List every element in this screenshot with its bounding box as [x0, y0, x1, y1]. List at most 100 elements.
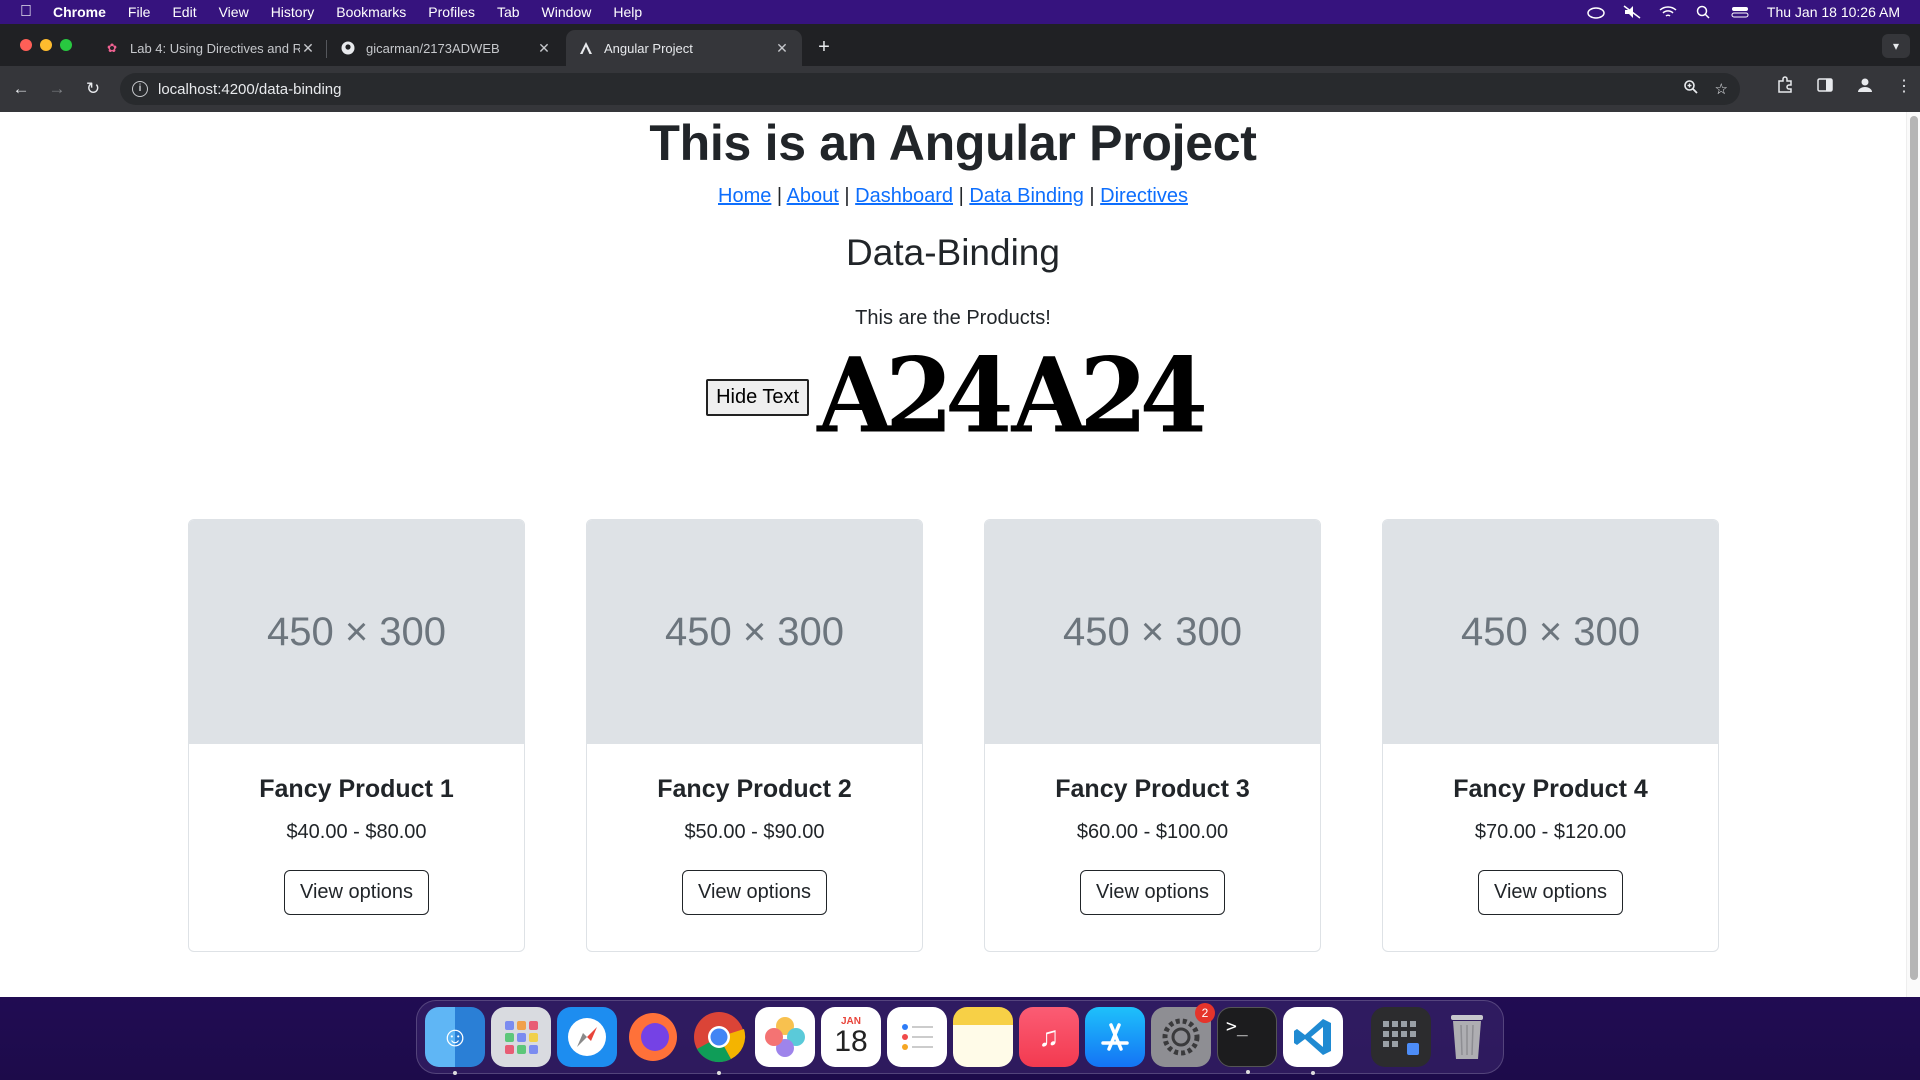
downloads-stack-icon[interactable]: [1371, 1007, 1431, 1067]
angular-icon: [578, 40, 594, 56]
firefox-icon[interactable]: [623, 1007, 683, 1067]
vscode-icon[interactable]: [1283, 1007, 1343, 1075]
lab-favicon-icon: ✿: [106, 41, 118, 55]
music-icon[interactable]: ♫: [1019, 1007, 1079, 1067]
menu-window[interactable]: Window: [531, 4, 603, 20]
product-name: Fancy Product 2: [657, 775, 852, 803]
close-tab-icon[interactable]: ✕: [536, 40, 552, 57]
creative-cloud-icon[interactable]: [1587, 5, 1605, 19]
extensions-icon[interactable]: [1776, 76, 1794, 99]
site-info-icon[interactable]: i: [132, 81, 148, 97]
nav-separator: |: [838, 185, 856, 207]
zoom-icon[interactable]: [1683, 79, 1699, 99]
menu-clock[interactable]: Thu Jan 18 10:26 AM: [1767, 4, 1900, 20]
close-tab-icon[interactable]: ✕: [774, 40, 790, 57]
product-image-placeholder: 450 × 300: [587, 520, 922, 744]
nav-home-link[interactable]: Home: [718, 185, 771, 207]
nav-dashboard-link[interactable]: Dashboard: [855, 185, 953, 207]
product-price: $60.00 - $100.00: [1076, 821, 1229, 843]
page-title: This is an Angular Project: [649, 115, 1257, 171]
menu-bookmarks[interactable]: Bookmarks: [325, 4, 417, 20]
product-image-placeholder: 450 × 300: [985, 520, 1320, 744]
side-panel-icon[interactable]: [1816, 76, 1834, 99]
mute-icon[interactable]: [1623, 5, 1641, 19]
product-card: 450 × 300 Fancy Product 2 $50.00 - $90.0…: [586, 519, 923, 952]
nav-about-link[interactable]: About: [787, 185, 839, 207]
menu-profiles[interactable]: Profiles: [417, 4, 486, 20]
product-name: Fancy Product 4: [1453, 775, 1648, 803]
menu-app-name[interactable]: Chrome: [42, 4, 117, 20]
product-card: 450 × 300 Fancy Product 1 $40.00 - $80.0…: [188, 519, 525, 952]
product-card: 450 × 300 Fancy Product 4 $70.00 - $120.…: [1382, 519, 1719, 952]
system-settings-icon[interactable]: 2: [1151, 1003, 1215, 1067]
a24-logo: A24: [1011, 336, 1208, 457]
nav-directives-link[interactable]: Directives: [1100, 185, 1188, 207]
back-arrow-icon[interactable]: ←: [8, 76, 34, 102]
photos-icon[interactable]: [755, 1007, 815, 1067]
menu-tab[interactable]: Tab: [486, 4, 531, 20]
tab-divider: [326, 40, 327, 58]
products-tagline: This are the Products!: [855, 307, 1051, 329]
tab-search-chevron-icon[interactable]: ▾: [1882, 34, 1910, 58]
control-center-icon[interactable]: [1731, 5, 1749, 19]
menu-help[interactable]: Help: [602, 4, 653, 20]
tab-angular-project[interactable]: Angular Project ✕: [566, 30, 802, 66]
minimize-window-button[interactable]: [40, 39, 52, 51]
dock: ☺ JAN 18 ♫ 2 >_: [416, 1000, 1504, 1075]
product-price: $50.00 - $90.00: [684, 821, 825, 843]
page-content: This is an Angular Project Home | About …: [0, 112, 1906, 457]
notes-icon[interactable]: [953, 1007, 1013, 1067]
app-store-icon[interactable]: [1085, 1007, 1145, 1067]
view-options-button[interactable]: View options: [1477, 870, 1624, 915]
trash-icon[interactable]: [1437, 1007, 1497, 1067]
apple-icon[interactable]: : [10, 3, 42, 21]
close-window-button[interactable]: [20, 39, 32, 51]
hide-text-button[interactable]: Hide Text: [706, 378, 810, 416]
chrome-menu-icon[interactable]: ⋮: [1896, 76, 1912, 99]
github-icon: [340, 40, 356, 56]
main-nav: Home | About | Dashboard | Data Binding …: [0, 185, 1906, 208]
a24-logo: A24: [817, 336, 1013, 457]
profile-avatar-icon[interactable]: [1856, 76, 1874, 99]
tab-title: Angular Project: [604, 40, 693, 56]
page-scrollbar[interactable]: [1906, 112, 1920, 997]
tab-lab4[interactable]: ✿ Lab 4: Using Directives and R ✕: [92, 30, 328, 66]
tab-title: Lab 4: Using Directives and R: [130, 40, 300, 56]
address-url[interactable]: localhost:4200/data-binding: [158, 81, 341, 98]
page-viewport: This is an Angular Project Home | About …: [0, 112, 1920, 997]
toggle-row: Hide Text A24 A24: [0, 336, 1906, 457]
tab-github[interactable]: gicarman/2173ADWEB ✕: [328, 30, 564, 66]
calendar-day: 18: [834, 1024, 868, 1058]
menu-file[interactable]: File: [117, 4, 162, 20]
view-options-button[interactable]: View options: [681, 870, 828, 915]
reload-icon[interactable]: ↻: [80, 76, 106, 102]
window-controls: [20, 39, 72, 51]
address-bar[interactable]: i localhost:4200/data-binding ☆: [120, 73, 1740, 105]
zoom-window-button[interactable]: [60, 39, 72, 51]
product-price: $40.00 - $80.00: [286, 821, 427, 843]
calendar-icon[interactable]: JAN 18: [821, 1007, 881, 1067]
view-options-button[interactable]: View options: [283, 870, 430, 915]
launchpad-icon[interactable]: [491, 1007, 551, 1067]
reminders-icon[interactable]: [887, 1007, 947, 1067]
close-tab-icon[interactable]: ✕: [300, 40, 316, 57]
forward-arrow-icon[interactable]: →: [44, 76, 70, 102]
scrollbar-thumb[interactable]: [1910, 116, 1918, 980]
menu-edit[interactable]: Edit: [161, 4, 207, 20]
nav-separator: |: [953, 185, 970, 207]
product-image-placeholder: 450 × 300: [1383, 520, 1718, 744]
finder-icon[interactable]: ☺: [425, 1007, 485, 1075]
menu-history[interactable]: History: [260, 4, 326, 20]
wifi-icon[interactable]: [1659, 5, 1677, 19]
safari-icon[interactable]: [557, 1007, 617, 1067]
section-heading: Data-Binding: [846, 232, 1060, 273]
menu-bar:  Chrome File Edit View History Bookmark…: [0, 0, 1920, 24]
new-tab-icon[interactable]: +: [812, 36, 836, 59]
terminal-icon[interactable]: >_: [1217, 1007, 1277, 1074]
chrome-icon[interactable]: [689, 1007, 749, 1075]
spotlight-icon[interactable]: [1695, 5, 1713, 19]
nav-data-binding-link[interactable]: Data Binding: [969, 185, 1084, 207]
bookmark-star-icon[interactable]: ☆: [1715, 80, 1728, 98]
view-options-button[interactable]: View options: [1079, 870, 1226, 915]
menu-view[interactable]: View: [208, 4, 260, 20]
